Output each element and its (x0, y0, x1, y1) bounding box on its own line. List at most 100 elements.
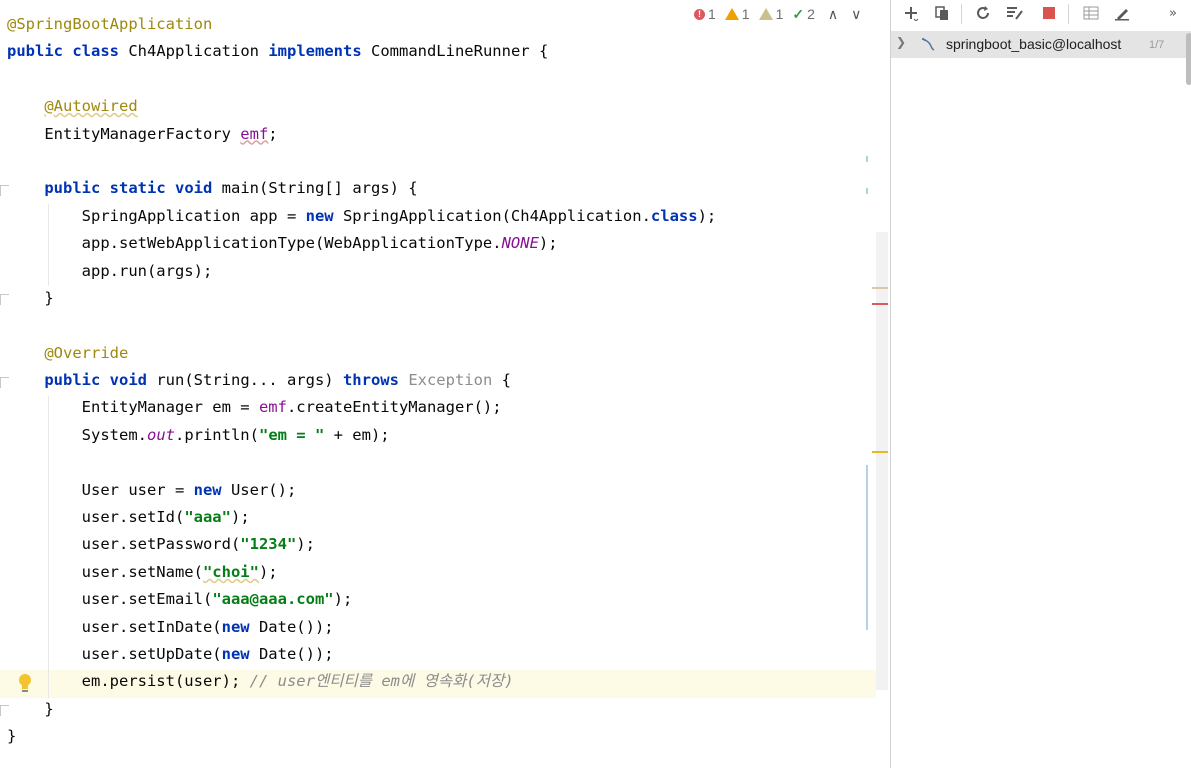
code-token: new (305, 206, 334, 225)
code-token: run(String... args) (147, 371, 343, 390)
refresh-icon[interactable] (973, 4, 993, 22)
table-icon[interactable] (1081, 4, 1101, 22)
code-line[interactable]: app.setWebApplicationType(WebApplication… (7, 230, 716, 257)
code-line[interactable]: SpringApplication app = new SpringApplic… (7, 203, 717, 230)
vcs-change-marker (866, 465, 868, 630)
code-token: Date()); (249, 644, 334, 663)
code-line[interactable]: EntityManager em = emf.createEntityManag… (7, 394, 716, 421)
schema-icon[interactable] (1005, 4, 1025, 22)
code-line[interactable]: em.persist(user); // user엔티티를 em에 영속화(저장… (7, 668, 716, 695)
code-token: user.setUpDate( (7, 644, 222, 663)
code-line[interactable]: } (7, 723, 716, 750)
stop-icon[interactable] (1039, 4, 1059, 22)
editor-scrollbar[interactable] (876, 232, 888, 690)
code-line[interactable]: EntityManagerFactory emf; (7, 121, 716, 148)
code-line[interactable]: user.setId("aaa"); (7, 504, 716, 531)
code-token: + em); (324, 425, 390, 444)
code-token: Date()); (249, 617, 334, 636)
code-line[interactable]: } (7, 696, 716, 723)
code-token: // user엔티티를 em에 영속화(저장) (249, 672, 514, 691)
code-token: ); (230, 508, 250, 527)
code-token: } (7, 699, 54, 718)
code-line[interactable]: public void run(String... args) throws E… (7, 367, 716, 394)
warning-count[interactable]: 1 (724, 6, 750, 22)
add-icon[interactable] (901, 4, 921, 22)
code-token: class (650, 206, 698, 225)
code-line[interactable]: public static void main(String[] args) { (7, 175, 716, 202)
code-line[interactable]: user.setInDate(new Date()); (7, 614, 716, 641)
code-token: static (109, 179, 166, 198)
copy-icon[interactable] (932, 4, 952, 22)
code-token: void (109, 371, 147, 390)
code-token: void (175, 179, 213, 198)
code-token: "choi" (202, 562, 259, 581)
code-line[interactable] (7, 312, 716, 339)
previous-highlight-icon[interactable]: ∧ (828, 6, 838, 23)
change-marker (866, 156, 868, 162)
code-line[interactable]: user.setUpDate(new Date()); (7, 641, 716, 668)
code-token: new (221, 617, 250, 636)
weak-warning-count[interactable]: 1 (758, 6, 783, 22)
code-line[interactable]: System.out.println("em = " + em); (7, 422, 716, 449)
code-token: user.setName( (7, 562, 203, 581)
datasource-tree-item[interactable]: ❯ springboot_basic@localhost 1/7 (891, 31, 1191, 58)
code-line[interactable]: @SpringBootApplication (7, 11, 716, 38)
code-token: app.run(args); (7, 261, 213, 280)
weak-warning-icon (758, 8, 773, 20)
code-line[interactable]: user.setName("choi"); (7, 559, 716, 586)
code-token: "em = " (258, 425, 325, 444)
code-token: User(); (221, 480, 297, 499)
next-highlight-icon[interactable]: ∨ (851, 6, 861, 23)
code-token: out (146, 425, 175, 444)
code-token: User user = (7, 480, 194, 499)
typo-count[interactable]: ✓ 2 (792, 6, 815, 23)
error-stripe[interactable] (872, 303, 888, 305)
code-token: class (72, 42, 120, 61)
inspection-widget[interactable]: ! 1 1 1 ✓ 2 ∧ ∨ (694, 4, 861, 24)
edit-icon[interactable] (1112, 4, 1132, 22)
warning-icon (724, 8, 739, 20)
code-line[interactable]: user.setEmail("aaa@aaa.com"); (7, 586, 716, 613)
code-token: SpringApplication app = (7, 206, 306, 225)
code-token: ); (697, 206, 717, 225)
error-count[interactable]: ! 1 (694, 6, 716, 22)
code-line[interactable] (7, 449, 716, 476)
schema-count: 1/7 (1149, 39, 1165, 51)
code-token: NONE (501, 234, 539, 253)
code-editor[interactable]: @SpringBootApplication public class Ch4Ap… (0, 0, 889, 768)
code-token: user.setEmail( (7, 590, 213, 609)
code-token: "aaa@aaa.com" (212, 590, 334, 609)
code-area[interactable]: @SpringBootApplication public class Ch4Ap… (7, 11, 716, 751)
code-token: app.setWebApplicationType(WebApplication… (7, 234, 502, 253)
more-icon[interactable]: » (1163, 4, 1183, 22)
code-token: } (7, 727, 17, 746)
code-token: { (492, 371, 511, 390)
code-line[interactable]: User user = new User(); (7, 477, 716, 504)
code-token: emf (258, 398, 287, 417)
weak-warning-stripe[interactable] (872, 287, 888, 289)
code-token: ); (333, 590, 353, 609)
code-token: "1234" (240, 535, 297, 554)
code-line[interactable] (7, 148, 716, 175)
code-line[interactable]: @Autowired (7, 93, 716, 120)
code-line[interactable]: public class Ch4Application implements C… (7, 38, 716, 65)
code-token: Exception (408, 371, 493, 390)
code-token: .createEntityManager(); (286, 398, 502, 417)
code-token: throws (342, 371, 399, 390)
code-token: new (193, 480, 222, 499)
code-token: ); (538, 234, 558, 253)
code-line[interactable] (7, 66, 716, 93)
warning-stripe[interactable] (872, 451, 888, 453)
code-token: @Override (44, 343, 129, 362)
code-line[interactable]: @Override (7, 340, 716, 367)
panel-scrollbar[interactable] (1186, 33, 1191, 85)
code-line[interactable]: user.setPassword("1234"); (7, 531, 716, 558)
code-token: EntityManagerFactory (7, 124, 241, 143)
code-token: .println( (174, 425, 259, 444)
code-line[interactable]: app.run(args); (7, 258, 716, 285)
code-line[interactable]: } (7, 285, 716, 312)
chevron-right-icon[interactable]: ❯ (896, 35, 906, 49)
